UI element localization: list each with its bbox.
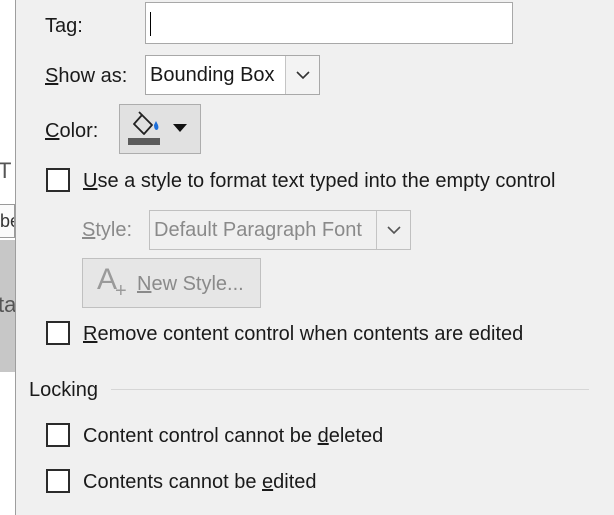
new-style-text: ew Style... xyxy=(151,273,244,295)
style-dropdown-button[interactable] xyxy=(376,211,410,249)
cannot-delete-text: Content control cannot be xyxy=(83,425,318,447)
background-field-text: be xyxy=(0,211,14,231)
chevron-down-icon xyxy=(386,225,401,234)
content-control-properties-dialog: Tag: Show as: Bounding Box Color: Use a … xyxy=(15,0,614,515)
color-label: Color: xyxy=(45,117,98,145)
color-label-accesskey: C xyxy=(45,120,60,142)
show-as-accesskey: S xyxy=(45,65,59,87)
style-value: Default Paragraph Font xyxy=(154,218,362,241)
new-style-icon: A xyxy=(97,263,118,296)
cannot-edit-label[interactable]: Contents cannot be edited xyxy=(83,468,317,496)
style-dropdown[interactable]: Default Paragraph Font xyxy=(149,210,411,250)
show-as-value: Bounding Box xyxy=(150,63,275,86)
tag-label-accesskey: g xyxy=(66,15,78,37)
background-text-fragment: T xyxy=(0,158,12,183)
tag-input[interactable] xyxy=(145,2,513,44)
show-as-dropdown-button[interactable] xyxy=(285,56,319,94)
remove-accesskey: R xyxy=(83,323,98,345)
use-style-accesskey: U xyxy=(83,170,98,192)
background-text-fragment-2: ta xyxy=(0,292,15,317)
color-picker-button[interactable] xyxy=(119,104,201,154)
background-document: T be ta xyxy=(0,0,15,515)
cannot-edit-text: Contents cannot be xyxy=(83,471,263,493)
use-style-label[interactable]: Use a style to format text typed into th… xyxy=(83,167,555,195)
caret-down-icon xyxy=(173,124,187,132)
remove-text: emove content control when contents are … xyxy=(97,323,524,345)
paint-bucket-icon xyxy=(133,111,159,135)
new-style-accesskey: N xyxy=(137,273,152,295)
cannot-edit-checkbox[interactable] xyxy=(46,469,70,493)
tag-label-colon: : xyxy=(77,15,83,37)
use-style-checkbox[interactable] xyxy=(46,168,70,192)
show-as-dropdown[interactable]: Bounding Box xyxy=(145,55,320,95)
new-style-button[interactable]: A + New Style... xyxy=(82,258,261,308)
show-as-label: Show as: xyxy=(45,62,127,90)
style-label: Style: xyxy=(82,216,132,244)
plus-icon: + xyxy=(115,280,127,302)
tag-label: Tag: xyxy=(45,12,83,40)
color-label-text: olor: xyxy=(59,120,99,142)
cannot-delete-accesskey: d xyxy=(317,425,329,447)
tag-input-field[interactable] xyxy=(146,3,512,43)
new-style-label: New Style... xyxy=(137,270,244,298)
color-swatch xyxy=(128,138,160,145)
locking-group-title: Locking xyxy=(29,379,98,401)
remove-when-edited-label[interactable]: Remove content control when contents are… xyxy=(83,320,523,348)
cannot-delete-label[interactable]: Content control cannot be deleted xyxy=(83,422,383,450)
use-style-text: se a style to format text typed into the… xyxy=(97,170,556,192)
show-as-text: how as: xyxy=(58,65,128,87)
style-label-accesskey: S xyxy=(82,219,96,241)
chevron-down-icon xyxy=(295,70,310,79)
cannot-edit-text-end: dited xyxy=(273,471,317,493)
cannot-edit-accesskey: e xyxy=(262,471,274,493)
style-label-text: tyle: xyxy=(95,219,133,241)
remove-when-edited-checkbox[interactable] xyxy=(46,321,70,345)
cannot-delete-checkbox[interactable] xyxy=(46,423,70,447)
locking-divider xyxy=(111,389,589,390)
text-cursor xyxy=(150,12,151,36)
tag-label-text: Ta xyxy=(45,15,67,37)
background-field-fragment: be xyxy=(0,204,15,238)
cannot-delete-text-end: eleted xyxy=(328,425,384,447)
